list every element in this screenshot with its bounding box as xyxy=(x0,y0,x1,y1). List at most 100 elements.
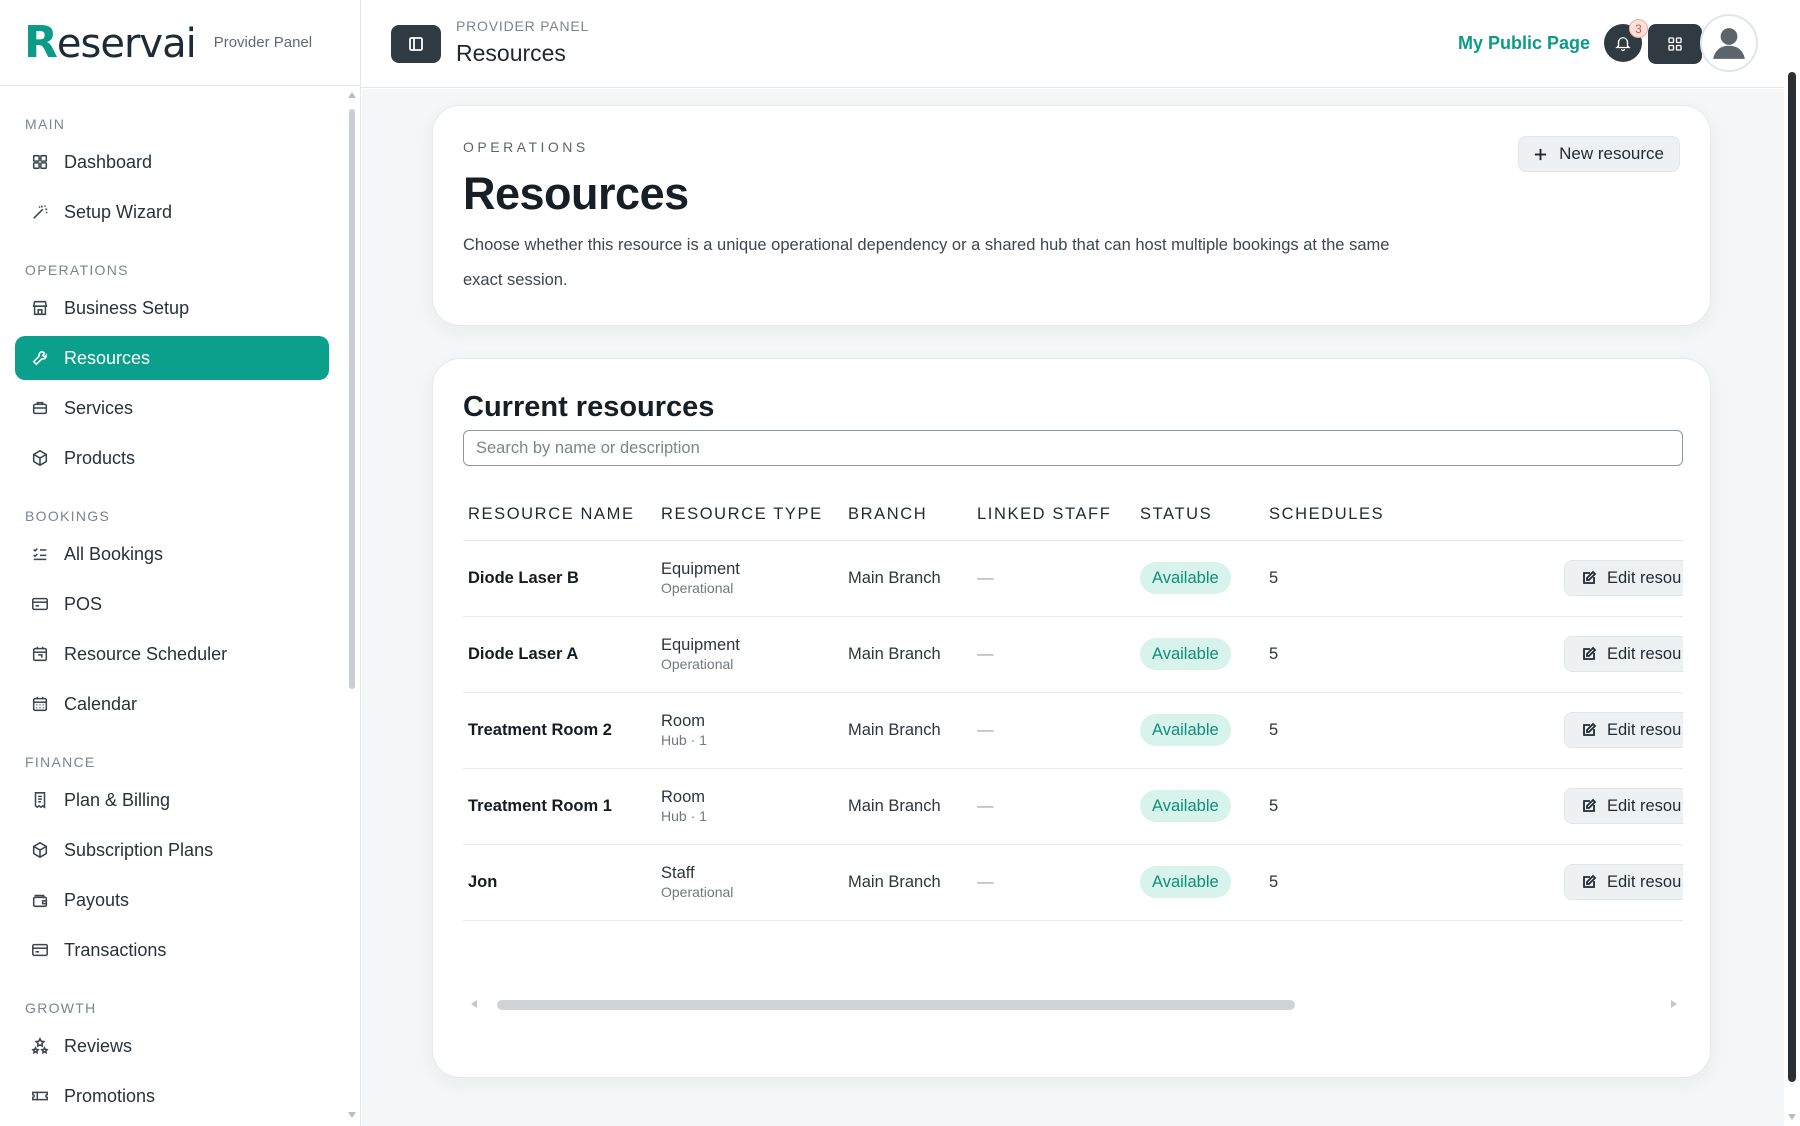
sidebar-item-label: All Bookings xyxy=(64,543,164,564)
table-row[interactable]: Treatment Room 2 Room Hub · 1 Main Branch — A… xyxy=(463,692,1683,769)
nav-group-finance: FINANCE xyxy=(25,754,96,770)
sidebar-item-subscription-plans[interactable]: Subscription Plans xyxy=(15,828,329,872)
sidebar-item-promotions[interactable]: Promotions xyxy=(15,1074,329,1118)
search-input[interactable] xyxy=(463,430,1683,466)
sidebar-toggle-button[interactable] xyxy=(391,25,441,63)
scroll-down-arrow[interactable] xyxy=(348,1112,356,1118)
table-row[interactable]: Diode Laser B Equipment Operational Main Br… xyxy=(463,540,1683,617)
schedules-count: 5 xyxy=(1264,920,1411,939)
main-scroll-down-arrow[interactable] xyxy=(1788,1114,1796,1120)
scroll-up-arrow[interactable] xyxy=(348,92,356,98)
sidebar-scrollbar[interactable] xyxy=(348,92,356,1118)
sidebar-item-label: Business Setup xyxy=(64,297,190,318)
schedules-count: 5 xyxy=(1264,540,1411,617)
scroll-left-arrow[interactable] xyxy=(471,1000,477,1008)
sidebar-item-pos[interactable]: POS xyxy=(15,582,329,626)
new-resource-button[interactable]: New resource xyxy=(1518,136,1680,172)
status-cell: Available xyxy=(1135,540,1264,617)
plus-icon xyxy=(1535,148,1547,160)
status-cell: Available xyxy=(1135,844,1264,921)
branch: Main Branch xyxy=(843,920,972,939)
resources-card: Current resources RESOURCE NAMERESOURCE … xyxy=(432,358,1711,1078)
edit-resource-label: Edit resou xyxy=(1607,720,1682,739)
branch: Main Branch xyxy=(843,844,972,921)
sidebar-item-services[interactable]: Services xyxy=(15,386,329,430)
linked-staff: — xyxy=(972,616,1135,693)
resource-type-mode: Operational xyxy=(661,655,734,672)
status-badge: Available xyxy=(1140,866,1231,898)
edit-resource-button[interactable]: Edit resou xyxy=(1564,636,1683,672)
resource-type-cell: Room Hub · 1 xyxy=(656,692,843,769)
sidebar-item-label: Products xyxy=(64,447,136,468)
column-header: BRANCH xyxy=(843,489,972,541)
brand-logo[interactable]: Reservai xyxy=(24,17,197,68)
sidebar-item-transactions[interactable]: Transactions xyxy=(15,928,329,972)
resource-type: Equipment xyxy=(661,559,740,578)
sidebar-item-calendar[interactable]: Calendar xyxy=(15,682,329,726)
table-row[interactable]: Jon Staff Operational Main Branch — Available… xyxy=(463,844,1683,921)
main-scroll-thumb[interactable] xyxy=(1788,72,1796,1082)
sidebar-item-label: POS xyxy=(64,593,103,614)
sidebar-toggle-icon xyxy=(409,37,423,51)
edit-icon xyxy=(1583,874,1597,888)
scroll-right-arrow[interactable] xyxy=(1671,1000,1677,1008)
edit-icon xyxy=(1583,646,1597,660)
resource-type-cell: StaffOperational xyxy=(656,844,843,921)
sidebar-scroll-thumb[interactable] xyxy=(349,109,355,689)
branch: Main Branch xyxy=(843,692,972,769)
status-badge: Available xyxy=(1140,790,1231,822)
table-row[interactable]: Diode Laser A Equipment Operational Main Br… xyxy=(463,616,1683,693)
sidebar-item-plan-billing[interactable]: Plan & Billing xyxy=(15,778,329,822)
resource-name: Maya xyxy=(463,920,656,939)
edit-icon xyxy=(1583,570,1597,584)
sidebar-item-dashboard[interactable]: Dashboard xyxy=(15,140,329,184)
column-header: SCHEDULES xyxy=(1264,489,1411,541)
resource-name: Jon xyxy=(463,844,656,921)
sidebar-item-label: Services xyxy=(64,397,134,418)
actions-cell: Edit resou xyxy=(1411,844,1683,921)
edit-resource-button[interactable]: Edit resou xyxy=(1564,788,1683,824)
table-scroll-thumb[interactable] xyxy=(497,1000,1295,1010)
grid-icon xyxy=(1668,37,1682,51)
edit-resource-button[interactable]: Edit resou xyxy=(1564,560,1683,596)
sidebar-item-products[interactable]: Products xyxy=(15,436,329,480)
apps-grid-button[interactable] xyxy=(1648,24,1702,64)
sidebar-item-label: Payouts xyxy=(64,889,130,910)
status-badge: Available xyxy=(1140,562,1231,594)
linked-staff: — xyxy=(972,844,1135,921)
sidebar-item-setup-wizard[interactable]: Setup Wizard xyxy=(15,190,329,234)
status-badge: Available xyxy=(1140,638,1231,670)
status-badge: Available xyxy=(1140,714,1231,746)
user-avatar[interactable] xyxy=(1700,14,1758,72)
table-row[interactable]: MayaStaffOperationalMain Branch—Availabl… xyxy=(463,920,1683,939)
edit-resource-button[interactable]: Edit resou xyxy=(1564,864,1683,900)
sidebar-item-business-setup[interactable]: Business Setup xyxy=(15,286,329,330)
main-scrollbar[interactable] xyxy=(1784,68,1800,1126)
sidebar-item-reviews[interactable]: Reviews xyxy=(15,1024,329,1068)
table-horizontal-scrollbar[interactable] xyxy=(463,997,1683,1011)
table-header-row: RESOURCE NAME RESOURCE TYPE BRANCH LINKED S… xyxy=(463,489,1683,541)
credit-card-icon xyxy=(30,594,50,614)
column-header: RESOURCE NAME xyxy=(463,489,656,541)
public-page-link[interactable]: My Public Page xyxy=(1458,33,1590,54)
table-row[interactable]: Treatment Room 1 Room Hub · 1 Main Branch — A… xyxy=(463,768,1683,845)
notifications-button[interactable]: 3 xyxy=(1604,19,1648,62)
nav-group-bookings: BOOKINGS xyxy=(25,508,111,524)
sidebar-item-payouts[interactable]: Payouts xyxy=(15,878,329,922)
actions-cell: Edit resou xyxy=(1411,540,1683,617)
resource-type-mode: Hub · 1 xyxy=(661,807,707,824)
sidebar-item-label: Subscription Plans xyxy=(64,839,214,860)
intro-card: OPERATIONS Resources Choose whether this… xyxy=(432,105,1711,326)
sidebar-item-label: Reviews xyxy=(64,1035,133,1056)
resources-list-title: Current resources xyxy=(463,391,715,423)
resource-type-mode: Operational xyxy=(661,883,734,900)
edit-resource-button[interactable]: Edit resou xyxy=(1564,712,1683,748)
sidebar-item-label: Calendar xyxy=(64,693,138,714)
nav-group-operations: OPERATIONS xyxy=(25,262,129,278)
column-header: RESOURCE TYPE xyxy=(656,489,843,541)
branch: Main Branch xyxy=(843,768,972,845)
sidebar-item-resource-scheduler[interactable]: Resource Scheduler xyxy=(15,632,329,676)
sidebar-item-resources[interactable]: Resources xyxy=(15,336,329,380)
sidebar-item-all-bookings[interactable]: All Bookings xyxy=(15,532,329,576)
wrench-icon xyxy=(30,348,50,368)
